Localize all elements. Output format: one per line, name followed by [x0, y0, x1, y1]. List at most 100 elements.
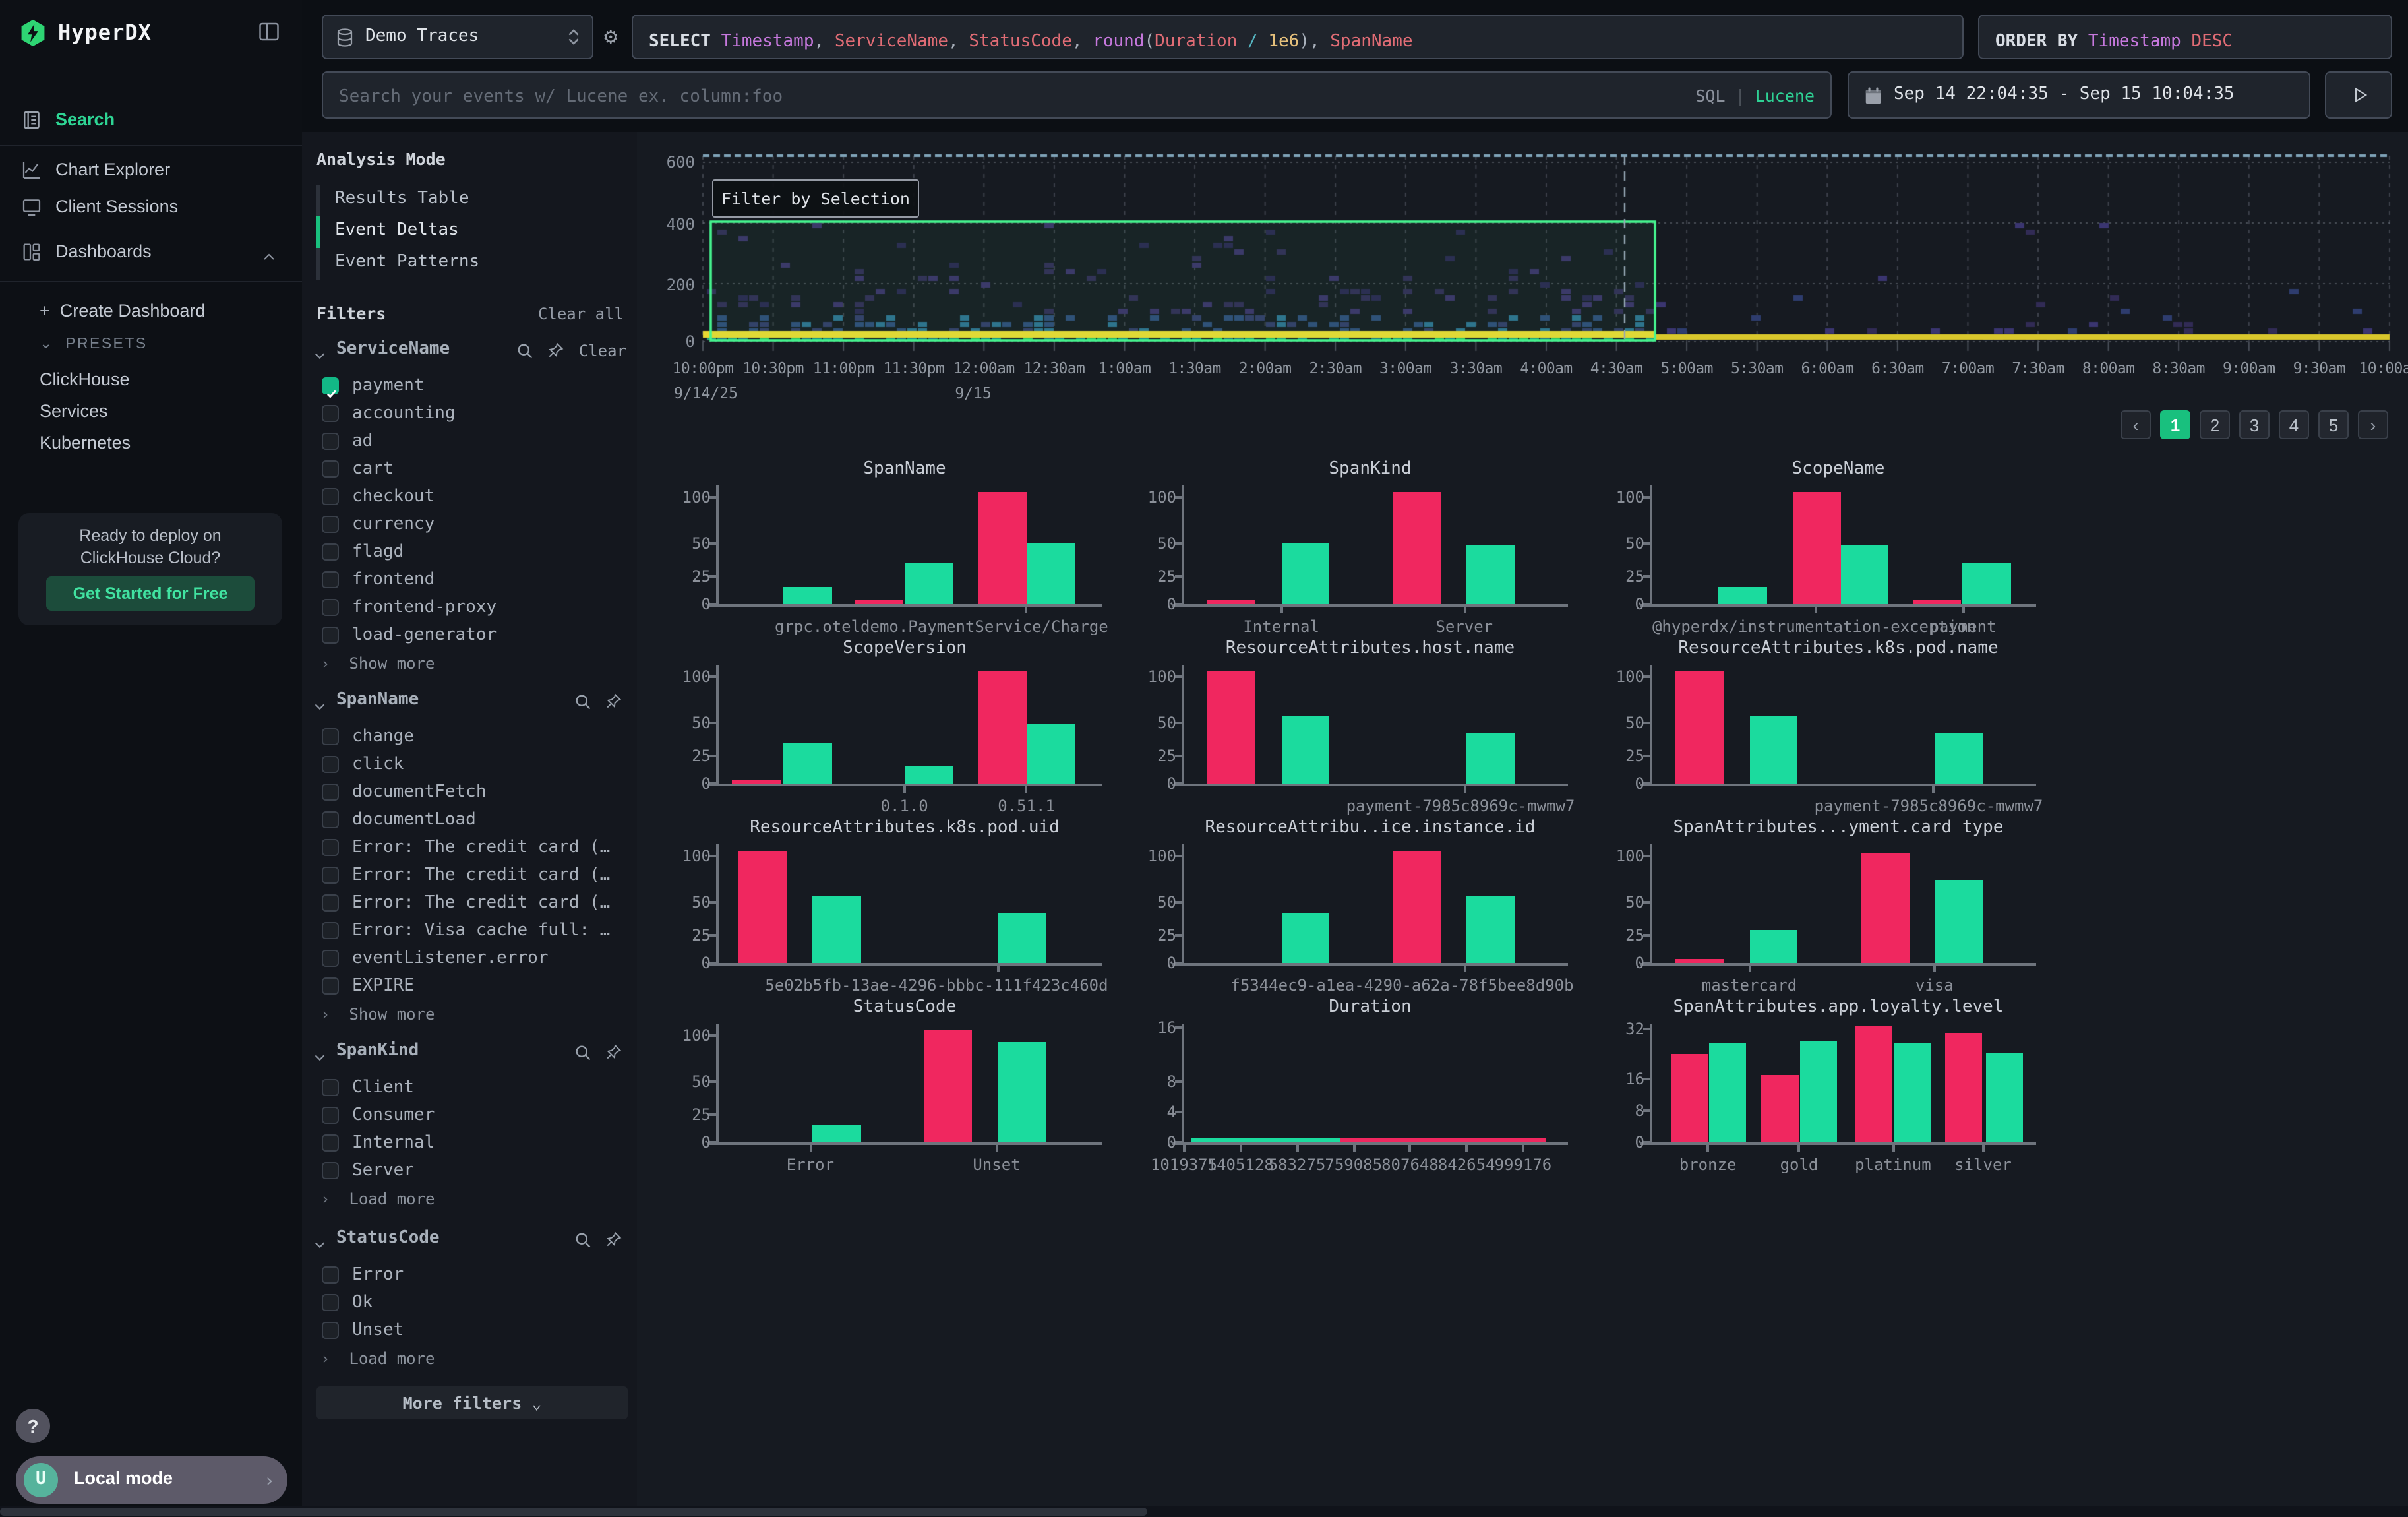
filter-checkbox-servicename-load-generator[interactable]: load-generator	[322, 624, 618, 648]
search-icon[interactable]	[574, 691, 592, 710]
horizontal-scrollbar[interactable]	[0, 1506, 2408, 1517]
x-axis	[1172, 604, 1568, 607]
get-started-button[interactable]: Get Started for Free	[46, 576, 255, 611]
pin-icon[interactable]	[605, 1042, 624, 1061]
filter-checkbox-spanname-error-the-credit-card[interactable]: Error: The credit card (…	[322, 836, 618, 860]
filter-checkbox-spanname-expire[interactable]: EXPIRE	[322, 975, 618, 999]
filter-checkbox-spankind-server[interactable]: Server	[322, 1160, 618, 1183]
bar	[1985, 1053, 2022, 1142]
clear-group-button[interactable]: Clear	[579, 342, 626, 360]
page-prev-button[interactable]: ‹	[2121, 410, 2151, 439]
filter-by-selection-button[interactable]: Filter by Selection	[712, 179, 919, 218]
filter-group-header-spankind[interactable]: SpanKind	[313, 1041, 626, 1065]
filter-checkbox-servicename-frontend[interactable]: frontend	[322, 569, 618, 592]
filter-checkbox-servicename-currency[interactable]: currency	[322, 513, 618, 537]
sidebar-item-chart-explorer[interactable]: Chart Explorer	[0, 156, 302, 187]
preset-item-services[interactable]: Services	[40, 401, 108, 421]
page-button-3[interactable]: 3	[2239, 410, 2270, 439]
x-tick	[1025, 786, 1028, 793]
checkbox-label: Error: The credit card (…	[352, 865, 610, 885]
sidebar-item-search[interactable]: Search	[0, 106, 302, 137]
load-more-button-spankind[interactable]: › Load more	[320, 1190, 435, 1208]
local-mode-button[interactable]: U Local mode ›	[16, 1456, 287, 1504]
filter-checkbox-servicename-flagd[interactable]: flagd	[322, 541, 618, 565]
sidebar-item-label: Chart Explorer	[55, 160, 170, 179]
filter-checkbox-servicename-accounting[interactable]: accounting	[322, 402, 618, 426]
show-more-button-spanname[interactable]: › Show more	[320, 1005, 435, 1024]
scrollbar-thumb[interactable]	[0, 1508, 1147, 1516]
filter-checkbox-spanname-error-visa-cache-full[interactable]: Error: Visa cache full: …	[322, 919, 618, 943]
filter-group-header-statuscode[interactable]: StatusCode	[313, 1228, 626, 1252]
mini-chart-plot: 081632bronzegoldplatinumsilver	[1652, 1024, 2024, 1142]
events-heatmap[interactable]	[702, 148, 2392, 361]
mini-chart-title: ResourceAttributes.host.name	[1184, 638, 1556, 658]
pin-icon[interactable]	[605, 691, 624, 710]
filter-checkbox-servicename-payment[interactable]: payment	[322, 375, 618, 398]
presets-toggle[interactable]: ⌄ PRESETS	[40, 334, 147, 352]
y-tick-label: 50	[666, 534, 711, 553]
filter-checkbox-servicename-frontend-proxy[interactable]: frontend-proxy	[322, 596, 618, 620]
create-dashboard-button[interactable]: + Create Dashboard	[40, 301, 205, 321]
filter-checkbox-spanname-documentfetch[interactable]: documentFetch	[322, 781, 618, 805]
page-button-1[interactable]: 1	[2160, 410, 2190, 439]
filter-group-header-spanname[interactable]: SpanName	[313, 690, 626, 714]
x-tick	[1463, 607, 1466, 613]
source-select[interactable]: Demo Traces	[322, 15, 593, 59]
filter-checkbox-servicename-cart[interactable]: cart	[322, 458, 618, 481]
gear-icon[interactable]: ⚙	[604, 24, 618, 50]
sidebar-item-client-sessions[interactable]: Client Sessions	[0, 193, 302, 224]
search-icon[interactable]	[574, 1042, 592, 1061]
checkbox-label: payment	[352, 376, 425, 396]
page-button-4[interactable]: 4	[2279, 410, 2309, 439]
pin-icon[interactable]	[547, 340, 566, 359]
filter-checkbox-servicename-checkout[interactable]: checkout	[322, 485, 618, 509]
analysis-mode-results-table[interactable]: Results Table	[335, 189, 469, 208]
filter-checkbox-spanname-documentload[interactable]: documentLoad	[322, 809, 618, 832]
date-range-picker[interactable]: Sep 14 22:04:35 - Sep 15 10:04:35	[1848, 71, 2310, 119]
y-axis	[716, 665, 719, 786]
filter-group-header-servicename[interactable]: ServiceNameClear	[313, 339, 626, 363]
filter-checkbox-spanname-change[interactable]: change	[322, 726, 618, 749]
filter-checkbox-spankind-internal[interactable]: Internal	[322, 1132, 618, 1156]
clear-all-button[interactable]: Clear all	[538, 305, 624, 323]
preset-item-kubernetes[interactable]: Kubernetes	[40, 433, 131, 452]
search-icon[interactable]	[574, 1229, 592, 1248]
filter-checkbox-spanname-error-the-credit-card[interactable]: Error: The credit card (…	[322, 892, 618, 915]
bar	[1466, 545, 1515, 604]
time-axis-label: 5:00am	[1650, 359, 1724, 377]
page-button-5[interactable]: 5	[2318, 410, 2349, 439]
select-query-input[interactable]: SELECT Timestamp, ServiceName, StatusCod…	[632, 15, 1964, 59]
query-token	[1237, 32, 1248, 51]
filter-checkbox-servicename-ad[interactable]: ad	[322, 430, 618, 454]
filter-checkbox-spanname-error-the-credit-card[interactable]: Error: The credit card (…	[322, 864, 618, 888]
search-icon[interactable]	[516, 340, 534, 359]
lucene-toggle[interactable]: Lucene	[1755, 86, 1815, 106]
filter-checkbox-statuscode-error[interactable]: Error	[322, 1264, 618, 1287]
show-more-button-servicename[interactable]: › Show more	[320, 654, 435, 673]
load-more-button-statuscode[interactable]: › Load more	[320, 1349, 435, 1368]
pin-icon[interactable]	[605, 1229, 624, 1248]
filter-checkbox-spanname-click[interactable]: click	[322, 753, 618, 777]
more-filters-button[interactable]: More filters ⌄	[316, 1386, 628, 1419]
analysis-mode-event-deltas[interactable]: Event Deltas	[335, 220, 459, 240]
page-next-button[interactable]: ›	[2358, 410, 2388, 439]
analysis-mode-event-patterns[interactable]: Event Patterns	[335, 252, 479, 272]
help-button[interactable]: ?	[16, 1409, 50, 1443]
preset-item-clickhouse[interactable]: ClickHouse	[40, 369, 130, 389]
search-input[interactable]	[336, 73, 1700, 120]
filter-checkbox-statuscode-ok[interactable]: Ok	[322, 1291, 618, 1315]
sidebar-collapse-icon[interactable]	[256, 20, 282, 44]
filters-title: Filters	[316, 303, 386, 323]
filter-checkbox-statuscode-unset[interactable]: Unset	[322, 1319, 618, 1343]
promo-line1: Ready to deploy on	[18, 526, 282, 545]
run-query-button[interactable]	[2325, 71, 2392, 119]
checkbox	[322, 894, 339, 912]
sidebar-item-dashboards[interactable]: Dashboards	[0, 237, 302, 269]
orderby-input[interactable]: ORDER BY Timestamp DESC	[1978, 15, 2392, 59]
filter-checkbox-spankind-client[interactable]: Client	[322, 1076, 618, 1100]
filter-checkbox-spankind-consumer[interactable]: Consumer	[322, 1104, 618, 1128]
sql-toggle[interactable]: SQL	[1695, 86, 1725, 106]
page-button-2[interactable]: 2	[2200, 410, 2230, 439]
filter-checkbox-spanname-eventlistener-error[interactable]: eventListener.error	[322, 947, 618, 971]
analysis-mode-title: Analysis Mode	[316, 149, 446, 169]
